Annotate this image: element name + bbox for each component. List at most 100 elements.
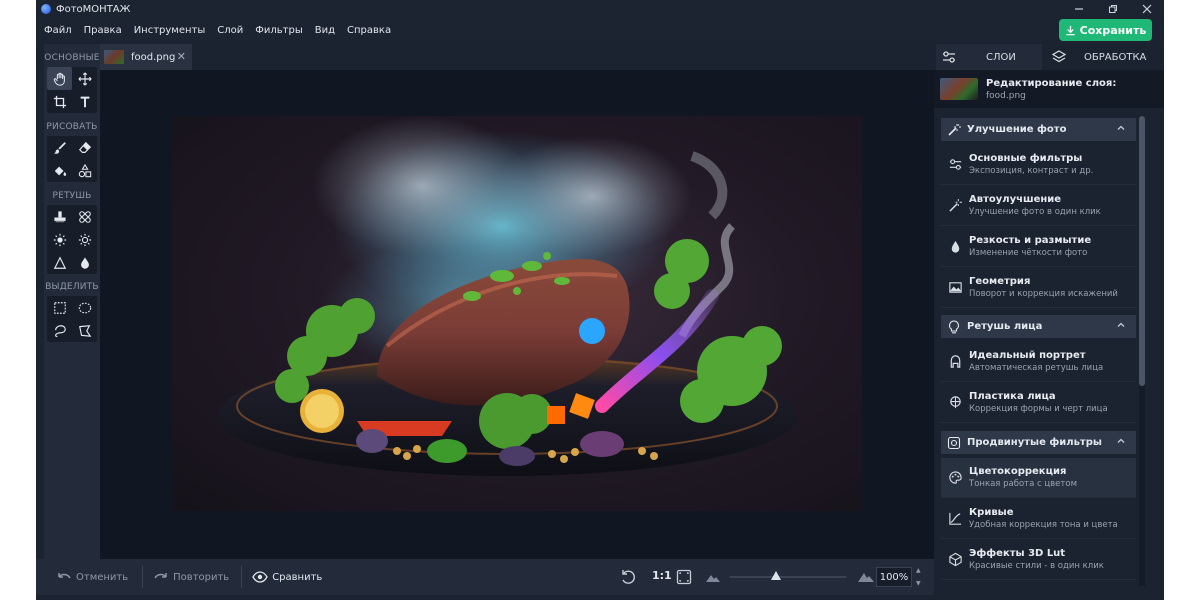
hand-tool-icon[interactable] [47, 67, 72, 90]
tool-group-select [47, 296, 97, 342]
menu-tools[interactable]: Инструменты [128, 25, 212, 36]
menu-file[interactable]: Файл [36, 25, 78, 36]
curves-icon [941, 511, 969, 526]
divider [142, 566, 144, 588]
close-window-icon[interactable] [1130, 0, 1164, 18]
item-title: Пластика лица [969, 391, 1056, 402]
list-item-sharpness-blur[interactable]: Резкость и размытие Изменение чёткости фо… [941, 227, 1136, 267]
compare-button[interactable]: Сравнить [252, 571, 322, 583]
item-subtitle: Тонкая работа с цветом [969, 479, 1077, 489]
zoom-input[interactable]: 100% [876, 567, 912, 587]
fit-screen-icon[interactable] [676, 569, 692, 588]
eraser-tool-icon[interactable] [72, 136, 97, 159]
layer-thumbnail [940, 78, 978, 100]
section-photo-enhance[interactable]: Улучшение фото [941, 118, 1136, 141]
list-item-ideal-portrait[interactable]: Идеальный портрет Автоматическая ретушь л… [941, 342, 1136, 382]
fill-tool-icon[interactable] [47, 159, 72, 182]
edit-layer-file: food.png [986, 90, 1026, 101]
section-advanced-filters[interactable]: Продвинутые фильтры [941, 431, 1136, 454]
item-subtitle: Экспозиция, контраст и др. [969, 166, 1094, 176]
save-label: Сохранить [1079, 23, 1147, 37]
menu-filters[interactable]: Фильтры [249, 25, 308, 36]
item-title: Цветокоррекция [969, 466, 1067, 477]
zoom-stepper[interactable]: ▲ ▼ [916, 567, 924, 587]
tool-group-retouch [47, 205, 97, 274]
item-title: Геометрия [969, 276, 1031, 287]
rect-select-icon[interactable] [47, 296, 72, 319]
section-label: Продвинутые фильтры [967, 437, 1102, 448]
panel-scrollbar[interactable] [1139, 116, 1145, 586]
section-label: Улучшение фото [967, 124, 1067, 135]
stamp-tool-icon[interactable] [47, 205, 72, 228]
face-shape-icon [941, 395, 969, 410]
list-item-auto-enhance[interactable]: Автоулучшение Улучшение фото в один клик [941, 186, 1136, 226]
zoom-out-mountain-icon[interactable] [706, 572, 720, 585]
document-thumbnail [104, 50, 124, 64]
zoom-slider-handle[interactable] [770, 571, 781, 580]
zoom-slider[interactable] [730, 571, 846, 580]
group-label-basic: ОСНОВНЫЕ [44, 53, 100, 63]
section-face-retouch[interactable]: Ретушь лица [941, 315, 1136, 338]
menu-layer[interactable]: Слой [211, 25, 249, 36]
polygon-select-icon[interactable] [72, 319, 97, 342]
undo-button[interactable]: Отменить [56, 571, 128, 583]
menu-view[interactable]: Вид [309, 25, 341, 36]
brighten-tool-icon[interactable] [47, 228, 72, 251]
geometry-image-icon [941, 280, 969, 295]
actual-size-button[interactable]: 1:1 [652, 569, 672, 582]
move-tool-icon[interactable] [72, 67, 97, 90]
zoom-up-icon[interactable]: ▲ [916, 567, 924, 574]
redo-button[interactable]: Повторить [153, 571, 229, 583]
sliders-icon [943, 51, 955, 63]
restore-icon[interactable] [1096, 0, 1130, 18]
document-tab-bar: food.png ✕ [100, 44, 934, 70]
rotate-view-icon[interactable] [620, 569, 636, 588]
face-bulb-icon [949, 319, 959, 333]
chevron-up-icon[interactable] [1116, 123, 1126, 136]
shapes-tool-icon[interactable] [72, 159, 97, 182]
tool-group-draw [47, 136, 97, 182]
chevron-up-icon[interactable] [1116, 320, 1126, 333]
list-item-face-shaping[interactable]: Пластика лица Коррекция формы и черт лица [941, 383, 1136, 423]
list-item-geometry[interactable]: Геометрия Поворот и коррекция искажений [941, 268, 1136, 308]
list-item-color-correction[interactable]: Цветокоррекция Тонкая работа с цветом [941, 458, 1136, 498]
minimize-icon[interactable] [1062, 0, 1096, 18]
save-button[interactable]: Сохранить [1059, 19, 1152, 41]
item-subtitle: Изменение чёткости фото [969, 248, 1088, 258]
blur-tool-icon[interactable] [72, 251, 97, 274]
item-title: Идеальный портрет [969, 350, 1086, 361]
item-subtitle: Коррекция формы и черт лица [969, 404, 1108, 414]
list-item-curves[interactable]: Кривые Удобная коррекция тона и цвета [941, 499, 1136, 539]
list-item-3d-lut[interactable]: Эффекты 3D Lut Красивые стили - в один кл… [941, 540, 1136, 580]
tool-panel: ОСНОВНЫЕ РИСОВАТЬ РЕТУШЬ ВЫДЕЛИТЬ [44, 44, 100, 559]
menu-bar: Файл Правка Инструменты Слой Фильтры Вид… [36, 18, 1164, 42]
lasso-select-icon[interactable] [47, 319, 72, 342]
redo-label: Повторить [173, 571, 230, 583]
zoom-down-icon[interactable]: ▼ [916, 580, 924, 587]
tab-processing[interactable]: ОБРАБОТКА [1046, 44, 1152, 70]
sharpen-tool-icon[interactable] [47, 251, 72, 274]
menu-edit[interactable]: Правка [78, 25, 128, 36]
canvas-area[interactable] [100, 70, 934, 559]
panel-scrollbar-thumb[interactable] [1139, 116, 1145, 386]
brush-tool-icon[interactable] [47, 136, 72, 159]
undo-label: Отменить [76, 571, 129, 583]
text-tool-icon[interactable] [72, 90, 97, 113]
tool-group-basic [47, 67, 97, 113]
zoom-in-mountain-icon[interactable] [858, 570, 874, 585]
menu-help[interactable]: Справка [341, 25, 397, 36]
chevron-up-icon[interactable] [1116, 436, 1126, 449]
crop-tool-icon[interactable] [47, 90, 72, 113]
healing-tool-icon[interactable] [72, 205, 97, 228]
tab-layers[interactable]: СЛОИ [936, 44, 1042, 70]
list-item-basic-filters[interactable]: Основные фильтры Экспозиция, контраст и д… [941, 145, 1136, 185]
photo-image [172, 116, 862, 511]
document-tab[interactable]: food.png ✕ [100, 44, 192, 70]
section-label: Ретушь лица [967, 321, 1043, 332]
filters-sliders-icon [941, 157, 969, 172]
ellipse-select-icon[interactable] [72, 296, 97, 319]
item-subtitle: Удобная коррекция тона и цвета [969, 520, 1118, 530]
close-tab-icon[interactable]: ✕ [177, 50, 186, 63]
cube-icon [941, 552, 969, 567]
darken-tool-icon[interactable] [72, 228, 97, 251]
